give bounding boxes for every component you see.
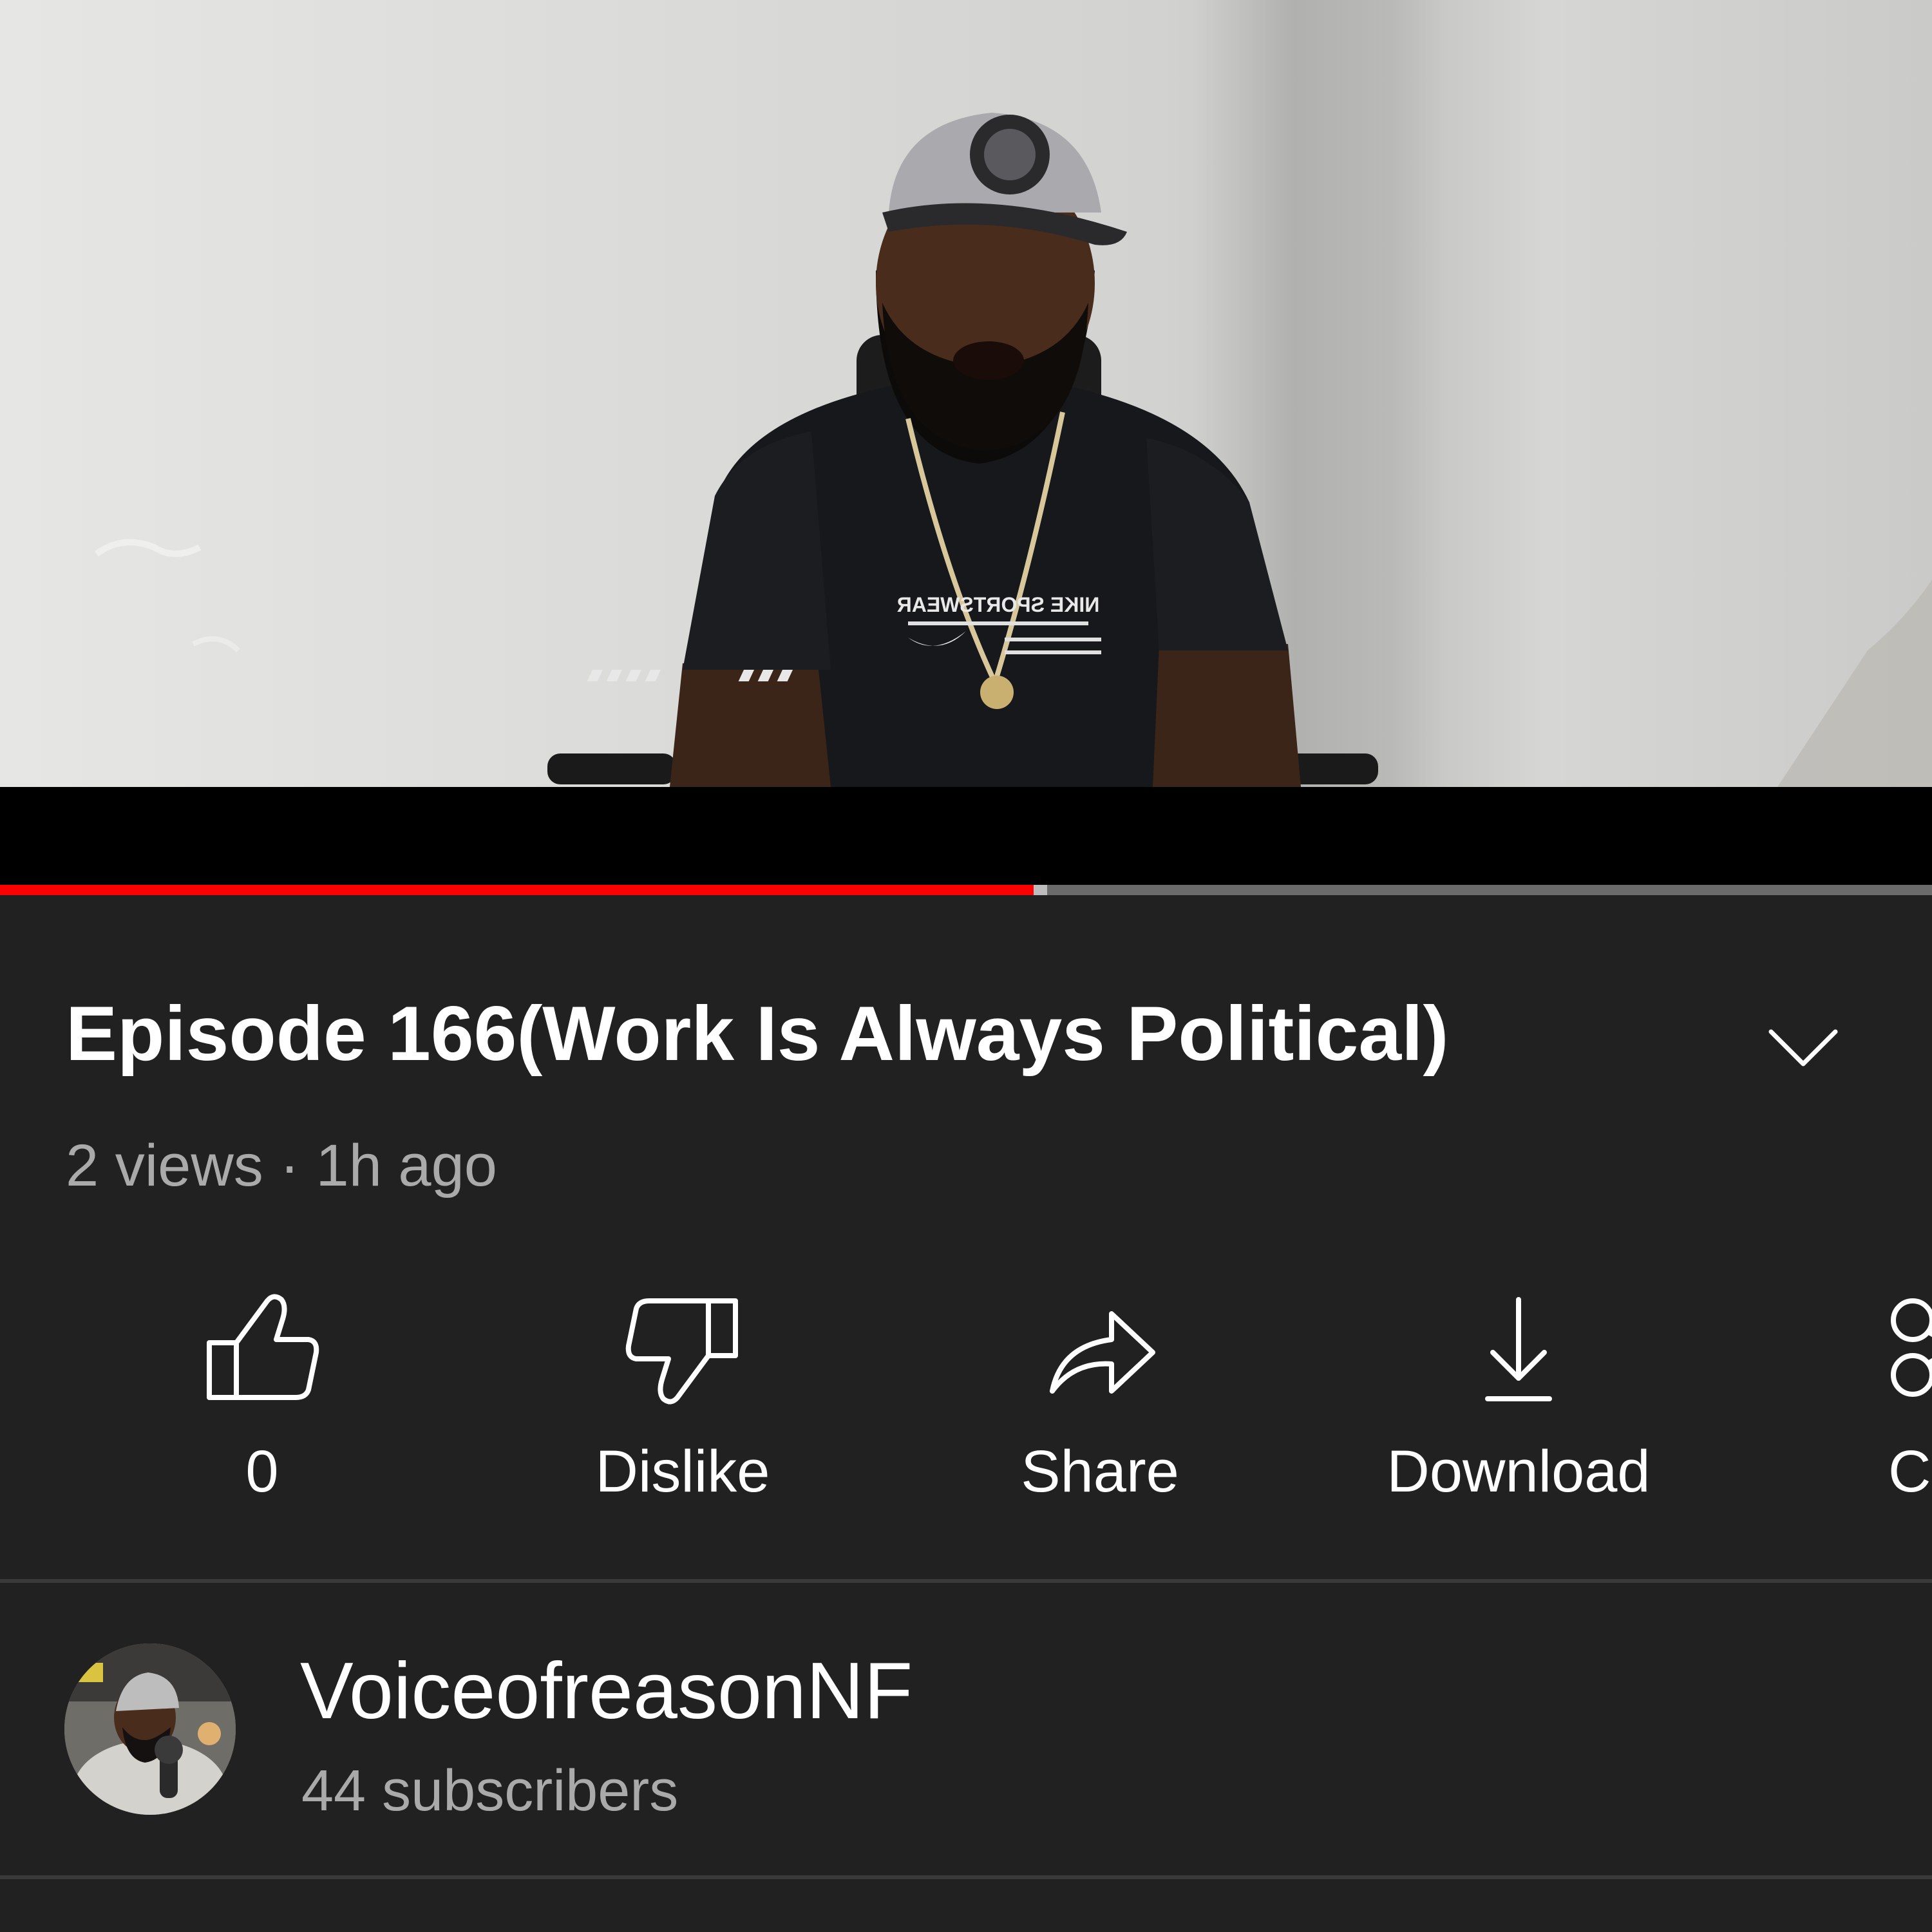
like-button[interactable]: 0 <box>95 1282 430 1533</box>
download-icon <box>1485 1297 1552 1401</box>
expand-description-button[interactable] <box>1765 1018 1842 1075</box>
progress-fill <box>0 885 1034 895</box>
share-label: Share <box>1021 1439 1179 1504</box>
clip-label: Cl <box>1888 1439 1932 1504</box>
progress-bar[interactable] <box>0 885 1932 895</box>
divider-bottom <box>0 1875 1932 1879</box>
avatar-image <box>64 1643 236 1815</box>
like-count: 0 <box>245 1439 279 1504</box>
action-bar: 0 Dislike Share Download C <box>0 1282 1932 1533</box>
thumbs-down-icon <box>625 1298 738 1405</box>
channel-avatar[interactable] <box>64 1643 236 1815</box>
share-button[interactable]: Share <box>933 1282 1267 1533</box>
dislike-button[interactable]: Dislike <box>515 1282 850 1533</box>
video-frame[interactable]: NIKE SPORTSWEAR <box>0 0 1932 787</box>
divider-top <box>0 1579 1932 1583</box>
video-subject-illustration: NIKE SPORTSWEAR <box>95 113 1932 787</box>
video-player[interactable]: NIKE SPORTSWEAR <box>0 0 1932 895</box>
channel-name[interactable]: VoiceofreasonNF <box>300 1646 913 1736</box>
video-meta[interactable]: 2 views · 1h ago <box>66 1127 497 1204</box>
progress-buffer <box>1034 885 1047 895</box>
download-label: Download <box>1387 1439 1651 1504</box>
video-title[interactable]: Episode 166(Work Is Always Political) <box>66 979 1448 1088</box>
shirt-logo-text: NIKE SPORTSWEAR <box>897 593 1100 616</box>
subscriber-count: 44 subscribers <box>301 1759 679 1823</box>
chevron-down-icon <box>1768 1029 1838 1066</box>
scissors-icon <box>1891 1298 1932 1397</box>
clip-button[interactable]: Cl <box>1873 1282 1932 1533</box>
download-button[interactable]: Download <box>1351 1282 1686 1533</box>
thumbs-up-icon <box>207 1294 319 1400</box>
video-watch-page: NIKE SPORTSWEAR Episode 166(Work Is Alwa… <box>0 0 1932 1932</box>
dislike-label: Dislike <box>595 1439 770 1504</box>
share-arrow-icon <box>1050 1311 1155 1394</box>
